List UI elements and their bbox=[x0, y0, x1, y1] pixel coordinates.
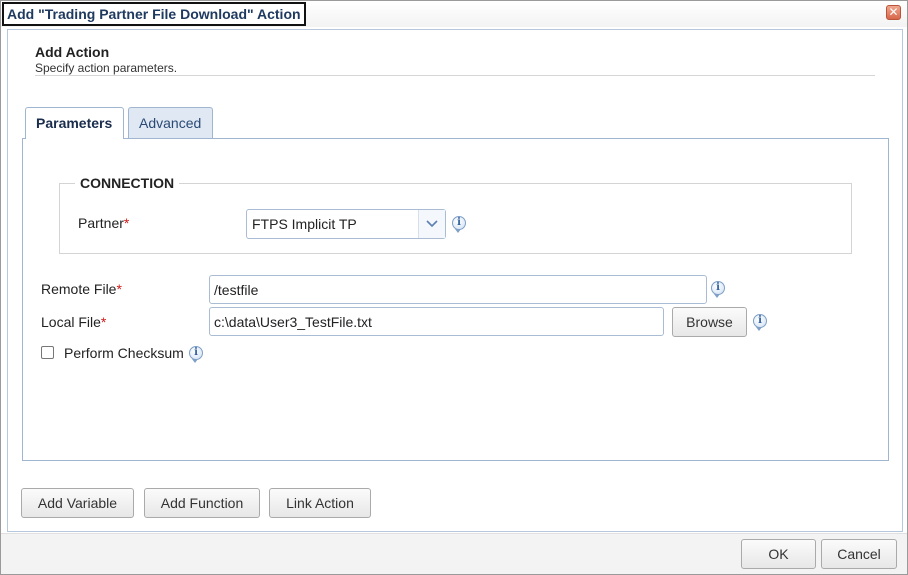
remote-file-label-text: Remote File bbox=[41, 281, 117, 297]
remote-file-input[interactable] bbox=[209, 275, 707, 304]
partner-label: Partner* bbox=[78, 215, 129, 231]
partner-info-icon[interactable]: i bbox=[452, 216, 466, 233]
dialog-title: Add "Trading Partner File Download" Acti… bbox=[2, 2, 306, 26]
close-icon[interactable]: ✕ bbox=[886, 5, 901, 20]
required-marker: * bbox=[123, 215, 130, 231]
partner-label-text: Partner bbox=[78, 215, 124, 231]
required-marker: * bbox=[116, 281, 122, 297]
add-function-button[interactable]: Add Function bbox=[144, 488, 260, 518]
connection-legend: CONNECTION bbox=[75, 175, 180, 191]
dialog-footer: OK Cancel bbox=[1, 533, 907, 574]
ok-button[interactable]: OK bbox=[741, 539, 816, 569]
tab-parameters[interactable]: Parameters bbox=[25, 107, 124, 139]
chevron-down-icon[interactable] bbox=[418, 210, 445, 238]
local-file-label-text: Local File bbox=[41, 314, 101, 330]
parameters-panel: CONNECTION Partner* FTPS Implicit TP i R… bbox=[22, 138, 889, 461]
remote-file-info-icon[interactable]: i bbox=[711, 281, 725, 298]
link-action-button[interactable]: Link Action bbox=[269, 488, 371, 518]
checksum-info-icon[interactable]: i bbox=[189, 346, 203, 363]
section-title: Add Action bbox=[35, 44, 110, 60]
header-divider bbox=[35, 75, 875, 76]
connection-fieldset: CONNECTION Partner* FTPS Implicit TP i bbox=[59, 175, 852, 254]
local-file-input[interactable] bbox=[209, 307, 664, 336]
dialog-window: Add "Trading Partner File Download" Acti… bbox=[0, 0, 908, 575]
browse-button[interactable]: Browse bbox=[672, 307, 747, 337]
partner-select[interactable]: FTPS Implicit TP bbox=[246, 209, 446, 239]
section-subtitle: Specify action parameters. bbox=[35, 61, 178, 75]
title-bar[interactable]: Add "Trading Partner File Download" Acti… bbox=[1, 1, 907, 27]
local-file-info-icon[interactable]: i bbox=[753, 314, 767, 331]
checksum-label: Perform Checksum bbox=[64, 345, 184, 361]
required-marker: * bbox=[100, 314, 107, 330]
local-file-label: Local File* bbox=[41, 314, 106, 330]
cancel-button[interactable]: Cancel bbox=[821, 539, 897, 569]
dialog-content: Add Action Specify action parameters. Pa… bbox=[7, 29, 903, 532]
checksum-checkbox[interactable] bbox=[41, 346, 54, 359]
tab-advanced[interactable]: Advanced bbox=[128, 107, 213, 138]
remote-file-label: Remote File* bbox=[41, 281, 122, 297]
add-variable-button[interactable]: Add Variable bbox=[21, 488, 134, 518]
partner-select-value: FTPS Implicit TP bbox=[252, 216, 357, 232]
